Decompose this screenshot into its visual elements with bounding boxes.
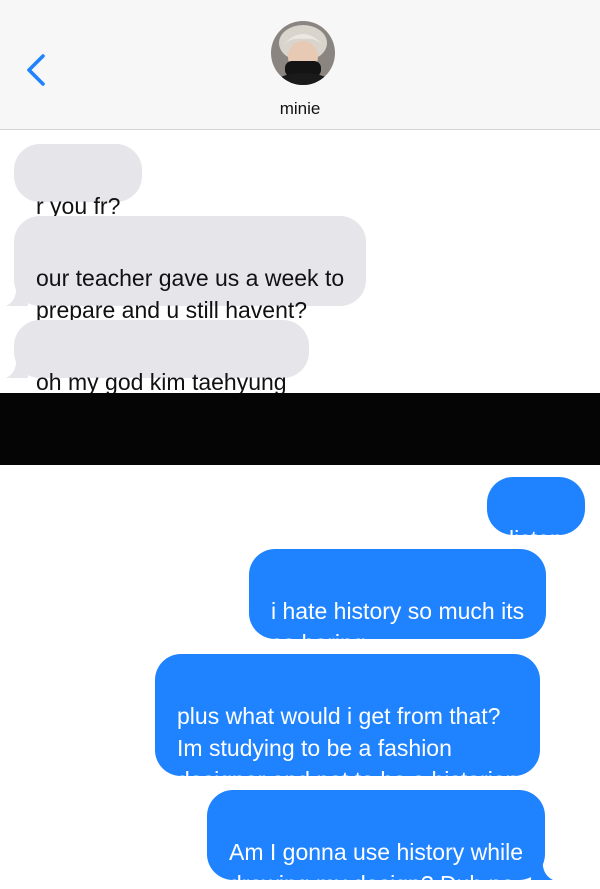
back-button[interactable]: [22, 52, 52, 88]
chat-screen: minie r you fr? our teacher gave us a we…: [0, 0, 600, 889]
incoming-message-bubble[interactable]: r you fr?: [14, 144, 143, 219]
bubble-tail-icon: [6, 284, 28, 306]
outgoing-message-bubble[interactable]: i hate history so much its so boring: [249, 549, 547, 656]
incoming-message-bubble[interactable]: our teacher gave us a week to prepare an…: [6, 216, 367, 323]
message-text: our teacher gave us a week to prepare an…: [36, 265, 345, 323]
bubble-tail-icon: [6, 356, 28, 378]
avatar[interactable]: [271, 21, 335, 85]
contact-photo-icon: [271, 21, 335, 85]
message-text: i hate history so much its so boring: [271, 598, 525, 656]
bubble-tail-icon: [531, 858, 554, 880]
screenshot-divider: [0, 393, 600, 465]
message-text: Am I gonna use history while drawing my …: [229, 839, 524, 889]
outgoing-message-bubble[interactable]: Am I gonna use history while drawing my …: [207, 790, 554, 889]
outgoing-message-bubble[interactable]: plus what would i get from that? Im stud…: [155, 654, 541, 793]
message-text: plus what would i get from that? Im stud…: [177, 703, 519, 793]
chat-header: minie: [0, 0, 600, 130]
contact-name[interactable]: minie: [0, 99, 600, 119]
incoming-message-bubble[interactable]: oh my god kim taehyung: [6, 320, 309, 395]
chevron-left-icon: [27, 54, 45, 86]
outgoing-message-bubble[interactable]: listen: [487, 477, 585, 552]
message-text: oh my god kim taehyung: [36, 369, 287, 395]
